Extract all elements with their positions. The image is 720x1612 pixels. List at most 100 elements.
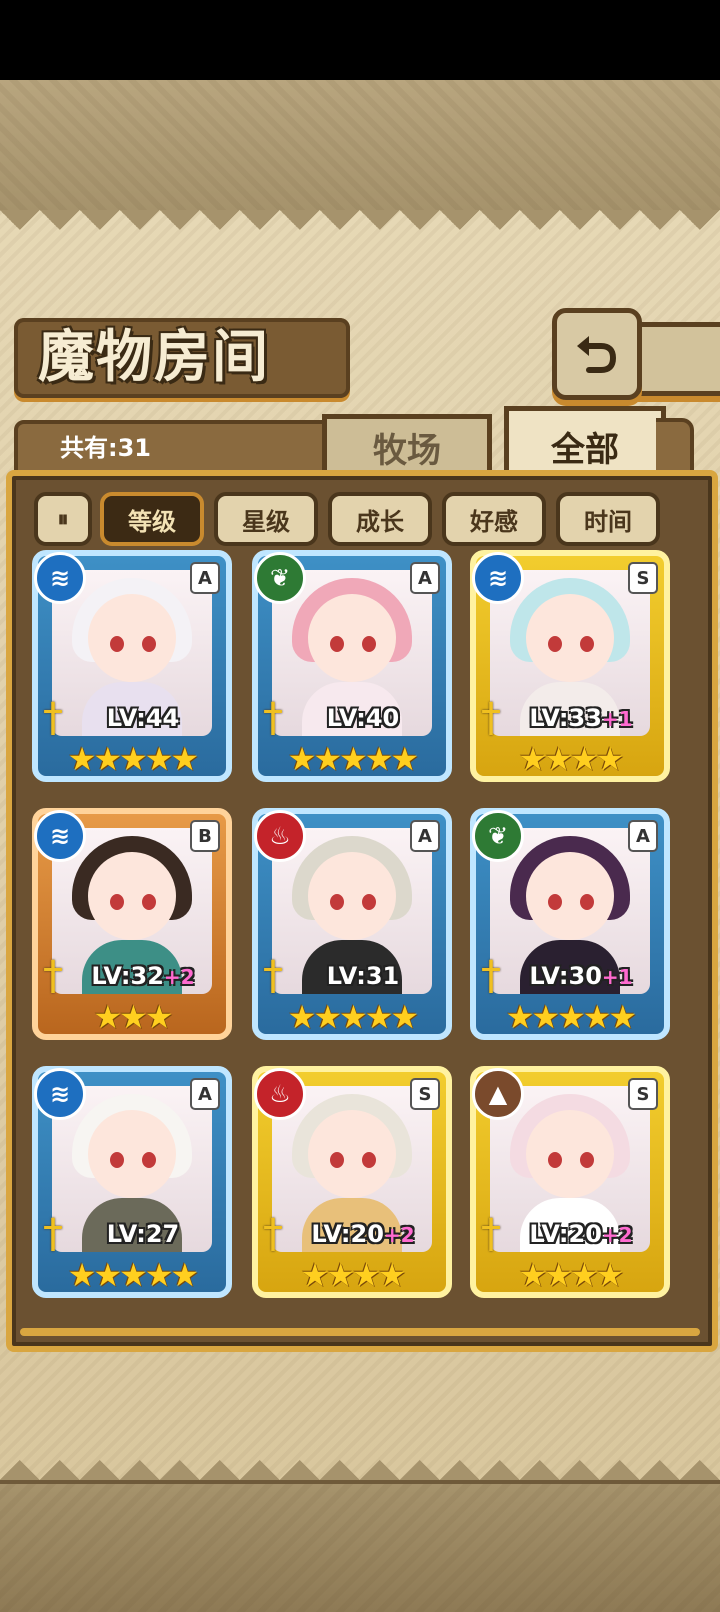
back-button[interactable]: [552, 308, 642, 400]
rank-badge: S: [410, 1078, 440, 1110]
map-background-top: [0, 80, 720, 214]
star-icon: ★: [287, 998, 317, 1036]
star-icon: ★: [518, 740, 548, 778]
panel-zigzag-bottom: [0, 1440, 720, 1480]
portrait-eye: [110, 1152, 124, 1168]
star-icon: ★: [570, 1256, 599, 1294]
star-icon: ★: [595, 1256, 625, 1294]
monster-card[interactable]: ≋ S † LV:33+1 ★★★★: [470, 550, 670, 782]
level-label: LV:31: [288, 962, 438, 990]
portrait-eye: [142, 894, 156, 910]
star-icon: ★: [364, 740, 394, 778]
portrait-eye: [548, 894, 562, 910]
star-icon: ★: [170, 1256, 200, 1294]
portrait-face: [88, 594, 176, 682]
sort-order-toggle-button[interactable]: ⏸: [34, 492, 92, 546]
monster-card[interactable]: ❦ A † LV:40 ★★★★★: [252, 550, 452, 782]
portrait-face: [526, 852, 614, 940]
portrait-eye: [142, 1152, 156, 1168]
level-label: LV:44: [68, 704, 218, 732]
star-rating: ★★★★: [486, 742, 654, 776]
level-value: LV:44: [106, 704, 180, 732]
level-value: LV:20: [311, 1220, 384, 1248]
portrait-face: [308, 594, 396, 682]
star-icon: ★: [119, 1256, 148, 1294]
sort-button[interactable]: 好感: [442, 492, 546, 546]
star-icon: ★: [595, 740, 625, 778]
monster-card[interactable]: ≋ A † LV:27 ★★★★★: [32, 1066, 232, 1298]
star-icon: ★: [144, 998, 174, 1036]
rank-badge: A: [628, 820, 658, 852]
star-icon: ★: [313, 740, 342, 778]
rank-badge: A: [410, 820, 440, 852]
star-icon: ★: [144, 740, 174, 778]
earth-element-icon: ▲: [472, 1068, 524, 1120]
map-background-bottom: [0, 1480, 720, 1612]
tab-ranch[interactable]: 牧场: [322, 414, 492, 475]
sort-button[interactable]: 时间: [556, 492, 660, 546]
level-label: LV:30+1: [506, 962, 656, 990]
level-value: LV:30: [529, 962, 602, 990]
star-icon: ★: [557, 998, 586, 1036]
fire-element-icon: ♨: [254, 1068, 306, 1120]
star-icon: ★: [390, 740, 420, 778]
level-label: LV:20+2: [288, 1220, 438, 1248]
star-icon: ★: [582, 998, 612, 1036]
star-rating: ★★★★★: [268, 1000, 436, 1034]
portrait-face: [308, 1110, 396, 1198]
sort-button[interactable]: 星级: [214, 492, 318, 546]
star-icon: ★: [300, 1256, 330, 1294]
water-element-icon: ≋: [34, 810, 86, 862]
star-icon: ★: [505, 998, 535, 1036]
portrait-eye: [330, 636, 344, 652]
rank-badge: A: [410, 562, 440, 594]
monster-card[interactable]: ❦ A † LV:30+1 ★★★★★: [470, 808, 670, 1040]
water-element-icon: ≋: [472, 552, 524, 604]
star-icon: ★: [518, 1256, 548, 1294]
monster-card[interactable]: ♨ S † LV:20+2 ★★★★: [252, 1066, 452, 1298]
portrait-eye: [142, 636, 156, 652]
sort-button[interactable]: 等级: [100, 492, 204, 546]
star-icon: ★: [377, 1256, 407, 1294]
monster-card[interactable]: ≋ B † LV:32+2 ★★★: [32, 808, 232, 1040]
star-icon: ★: [67, 740, 97, 778]
panel-zigzag-top: [0, 210, 720, 250]
tab-bar-end: [656, 418, 694, 478]
star-icon: ★: [352, 1256, 381, 1294]
level-value: LV:40: [326, 704, 400, 732]
star-icon: ★: [119, 998, 148, 1036]
star-icon: ★: [313, 998, 342, 1036]
grid-bottom-rail: [20, 1328, 700, 1336]
rank-badge: A: [190, 1078, 220, 1110]
monster-card[interactable]: ▲ S † LV:20+2 ★★★★: [470, 1066, 670, 1298]
rank-badge: A: [190, 562, 220, 594]
portrait-face: [88, 1110, 176, 1198]
sort-button[interactable]: 成长: [328, 492, 432, 546]
star-rating: ★★★: [48, 1000, 216, 1034]
star-icon: ★: [390, 998, 420, 1036]
star-icon: ★: [544, 740, 573, 778]
star-rating: ★★★★: [486, 1258, 654, 1292]
portrait-eye: [548, 636, 562, 652]
monster-card[interactable]: ♨ A † LV:31 ★★★★★: [252, 808, 452, 1040]
monster-card[interactable]: ≋ A † LV:44 ★★★★★: [32, 550, 232, 782]
sword-class-icon: †: [43, 695, 63, 741]
level-label: LV:40: [288, 704, 438, 732]
portrait-face: [526, 594, 614, 682]
star-icon: ★: [339, 998, 368, 1036]
star-icon: ★: [287, 740, 317, 778]
portrait-eye: [548, 1152, 562, 1168]
portrait-eye: [580, 1152, 594, 1168]
sword-class-icon: †: [481, 953, 501, 999]
portrait-eye: [362, 894, 376, 910]
portrait-eye: [362, 636, 376, 652]
star-rating: ★★★★★: [48, 742, 216, 776]
monster-count: 共有:31: [60, 434, 151, 462]
status-bar: [0, 0, 720, 80]
star-icon: ★: [144, 1256, 174, 1294]
portrait-eye: [110, 894, 124, 910]
page-title: 魔物房间: [38, 324, 270, 390]
leaf-element-icon: ❦: [472, 810, 524, 862]
star-icon: ★: [93, 740, 122, 778]
level-bonus: +2: [383, 1223, 415, 1247]
